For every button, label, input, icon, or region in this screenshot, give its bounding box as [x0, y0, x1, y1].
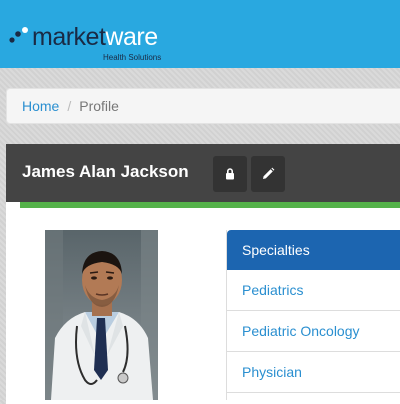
profile-header: James Alan Jackson	[6, 144, 400, 202]
logo-dots-icon	[9, 27, 28, 43]
edit-button[interactable]	[251, 156, 285, 192]
brand-tagline: Health Solutions	[103, 53, 162, 62]
breadcrumb-current: Profile	[79, 98, 119, 114]
breadcrumb: Home / Profile	[6, 88, 400, 124]
pencil-icon	[263, 167, 275, 179]
profile-photo	[45, 230, 158, 400]
specialty-item-physician[interactable]: Physician	[227, 352, 400, 393]
breadcrumb-separator: /	[67, 98, 72, 114]
lock-icon	[226, 168, 234, 180]
brand-name-part2: ware	[105, 23, 158, 51]
specialty-item-pediatrics[interactable]: Pediatrics	[227, 270, 400, 311]
top-bar: marketware Health Solutions	[0, 0, 400, 68]
profile-name: James Alan Jackson	[22, 162, 189, 181]
brand-name-part1: market	[32, 23, 106, 51]
marketware-logo[interactable]: marketware Health Solutions	[9, 22, 179, 64]
specialty-item-pediatric-oncology[interactable]: Pediatric Oncology	[227, 311, 400, 352]
specialties-list: Specialties Pediatrics Pediatric Oncolog…	[226, 230, 400, 400]
lock-button[interactable]	[213, 156, 247, 192]
specialties-header: Specialties	[227, 230, 400, 270]
breadcrumb-home-link[interactable]: Home	[22, 98, 59, 114]
header-accent-bar	[20, 202, 400, 208]
doctor-portrait-icon	[45, 230, 158, 400]
brand-name: marketware	[32, 22, 158, 52]
